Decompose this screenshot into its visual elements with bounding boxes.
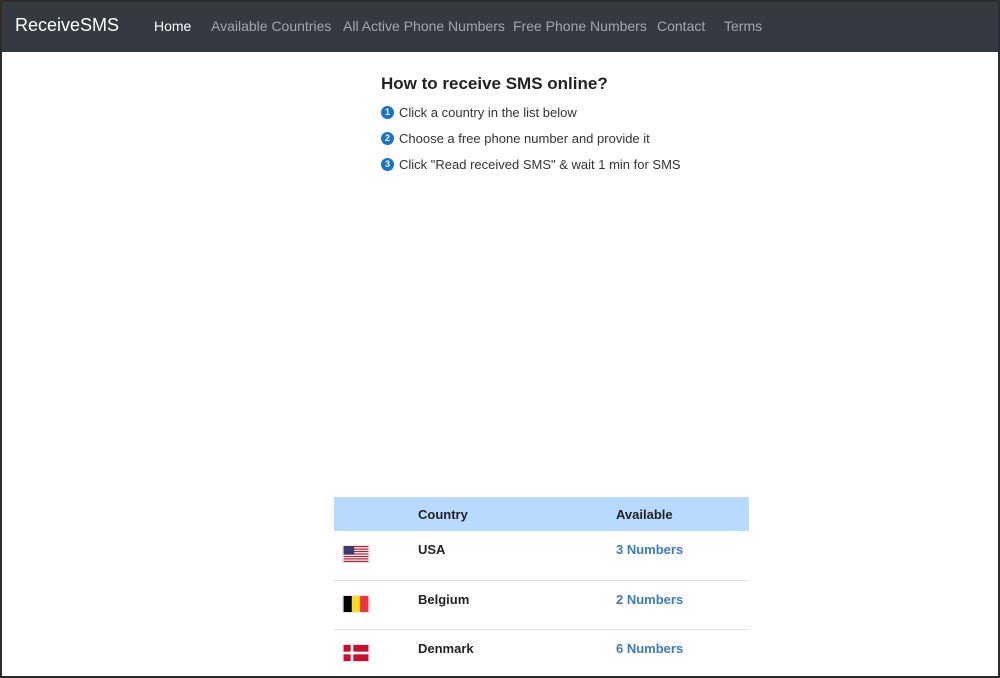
- available-numbers-link[interactable]: 2 Numbers: [616, 592, 683, 607]
- available-cell: 3 Numbers: [616, 531, 749, 580]
- nav-all-active-phone-numbers[interactable]: All Active Phone Numbers: [343, 18, 505, 34]
- step-number-3-icon: 3: [381, 158, 394, 171]
- flag-cell: [334, 579, 418, 629]
- table-row[interactable]: Belgium 2 Numbers: [334, 579, 749, 629]
- step-number-1-icon: 1: [381, 106, 394, 119]
- nav-terms[interactable]: Terms: [724, 18, 762, 34]
- nav-contact[interactable]: Contact: [657, 18, 705, 34]
- country-column-header: Country: [418, 497, 616, 531]
- brand-logo[interactable]: ReceiveSMS: [15, 15, 119, 36]
- how-to-title: How to receive SMS online?: [381, 74, 608, 93]
- flag-cell: [334, 628, 418, 676]
- available-cell: 6 Numbers: [616, 628, 749, 676]
- available-cell: 2 Numbers: [616, 579, 749, 629]
- table-header-row: Country Available: [334, 497, 749, 531]
- how-to-section: How to receive SMS online? 1 Click a cou…: [381, 74, 801, 183]
- usa-flag-icon: [342, 545, 370, 563]
- step-item: 1 Click a country in the list below: [381, 105, 801, 131]
- available-numbers-link[interactable]: 3 Numbers: [616, 542, 683, 557]
- flag-column-header: [334, 497, 418, 531]
- belgium-flag-icon: [342, 594, 370, 613]
- step-number-2-icon: 2: [381, 132, 394, 145]
- flag-cell: [334, 531, 418, 580]
- table-row[interactable]: Denmark 6 Numbers: [334, 628, 749, 676]
- step-item: 2 Choose a free phone number and provide…: [381, 131, 801, 157]
- country-name: Belgium: [418, 579, 616, 629]
- step-item: 3 Click "Read received SMS" & wait 1 min…: [381, 157, 801, 183]
- nav-free-phone-numbers[interactable]: Free Phone Numbers: [513, 18, 647, 34]
- navbar: ReceiveSMS Home Available Countries All …: [2, 2, 998, 52]
- nav-available-countries[interactable]: Available Countries: [211, 18, 331, 34]
- country-name: USA: [418, 542, 446, 557]
- nav-home[interactable]: Home: [154, 18, 191, 34]
- country-name: Denmark: [418, 628, 616, 676]
- countries-table: Country Available USA 3 Numbers Belgium …: [334, 497, 749, 676]
- step-text: Click a country in the list below: [399, 105, 577, 120]
- browser-frame: ReceiveSMS Home Available Countries All …: [0, 0, 1000, 678]
- step-text: Click "Read received SMS" & wait 1 min f…: [399, 157, 681, 172]
- available-column-header: Available: [616, 497, 749, 531]
- step-text: Choose a free phone number and provide i…: [399, 131, 650, 146]
- table-row[interactable]: USA 3 Numbers: [334, 531, 749, 580]
- denmark-flag-icon: [342, 643, 370, 662]
- available-numbers-link[interactable]: 6 Numbers: [616, 641, 683, 656]
